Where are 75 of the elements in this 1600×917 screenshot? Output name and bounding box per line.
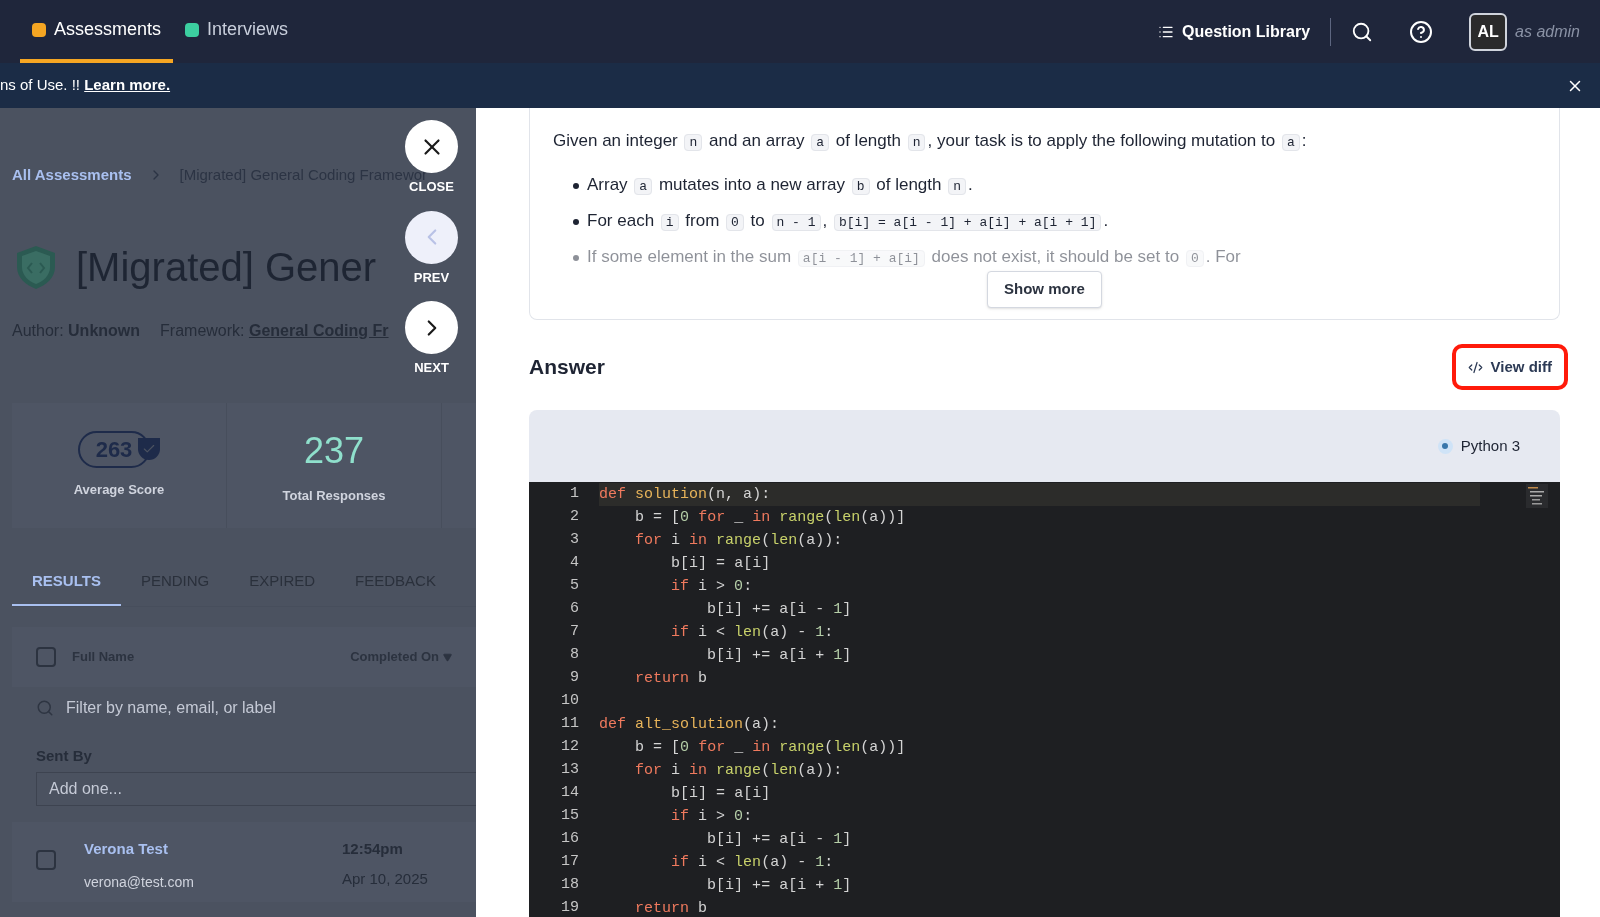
- stat-label: Total Responses: [282, 487, 386, 506]
- code-line: b[i] += a[i + 1]: [706, 646, 853, 666]
- line-number: 11: [560, 714, 579, 735]
- code-line: if i < len(a) - 1:: [670, 623, 835, 643]
- sort-caret-icon: [443, 652, 452, 662]
- line-number: 5: [569, 576, 579, 597]
- bullet-icon: [573, 183, 579, 189]
- code-line: for i in range(len(a)):: [634, 761, 844, 781]
- answer-heading: Answer: [529, 354, 605, 381]
- code-line: if i < len(a) - 1:: [670, 853, 835, 873]
- code-line: b = [0 for _ in range(len(a))]: [634, 508, 907, 528]
- bullet-icon: [573, 255, 579, 261]
- code-line: if i > 0:: [670, 577, 754, 597]
- sent-by-field[interactable]: Add one...: [36, 771, 476, 806]
- code-line: return b: [634, 669, 709, 689]
- breadcrumb-link[interactable]: All Assessments: [12, 164, 132, 187]
- code-line: b[i] = a[i]: [670, 554, 772, 574]
- row-checkbox[interactable]: [36, 849, 56, 870]
- line-number: 9: [569, 668, 579, 689]
- stat-label: Average Score: [73, 480, 165, 499]
- description-bullet: For each i from 0 to n - 1 , b[i] = a[i - 1] + a[i] + a[i + 1] .: [573, 206, 1543, 238]
- control-label: NEXT: [414, 359, 449, 377]
- next-button[interactable]: [405, 301, 458, 354]
- line-number: 13: [560, 760, 579, 781]
- line-number: 2: [569, 507, 579, 528]
- results-tab[interactable]: RESULTS: [12, 569, 121, 606]
- learn-more-link[interactable]: Learn more.: [84, 76, 171, 94]
- code-line: b[i] += a[i - 1]: [706, 830, 853, 850]
- code-line: b[i] += a[i + 1]: [706, 876, 853, 896]
- python-icon: [1437, 438, 1453, 454]
- code-line: return b: [634, 899, 709, 917]
- nav-tab[interactable]: Interviews: [173, 0, 301, 63]
- help-icon[interactable]: [1409, 19, 1434, 44]
- line-number: 15: [560, 806, 579, 827]
- code-line: for i in range(len(a)):: [634, 531, 844, 551]
- line-number: 8: [569, 645, 579, 666]
- candidate-name[interactable]: Verona Test: [84, 837, 314, 860]
- filter-field[interactable]: Filter by name, email, or label: [66, 696, 446, 720]
- language-label: Python 3: [1460, 435, 1520, 456]
- line-number: 10: [560, 691, 579, 712]
- code-line: if i > 0:: [670, 807, 754, 827]
- code-line: def alt_solution(a):: [599, 715, 781, 735]
- search-icon[interactable]: [1351, 20, 1374, 43]
- line-number: 12: [560, 737, 579, 758]
- role-label: as admin: [1515, 21, 1580, 42]
- question-library-link[interactable]: Question Library: [1158, 19, 1311, 44]
- description-bullet: If some element in the sum a[i - 1] + a[i] does not exist, it should be set to 0 . For: [573, 242, 1543, 274]
- line-number: 1: [569, 484, 579, 505]
- control-label: CLOSE: [409, 179, 454, 196]
- description-bullet: Array a mutates into a new array b of length n .: [573, 170, 1543, 202]
- banner-text: ns of Use. !! Learn more.: [0, 75, 171, 96]
- shield-check-icon: [138, 438, 161, 461]
- view-diff-button[interactable]: View diff: [1451, 344, 1568, 390]
- code-line: b[i] += a[i - 1]: [706, 600, 853, 620]
- line-number: 4: [569, 553, 579, 574]
- code-icon: [1467, 359, 1483, 375]
- search-icon: [36, 699, 54, 717]
- line-number: 3: [569, 530, 579, 551]
- code-line: b[i] = a[i]: [670, 784, 772, 804]
- select-all-checkbox[interactable]: [36, 647, 56, 667]
- line-number: 14: [560, 783, 579, 804]
- line-number: 16: [560, 829, 579, 850]
- line-number: 19: [560, 898, 579, 917]
- stat-value: 237: [303, 429, 365, 474]
- candidate-email: verona@test.com: [84, 873, 195, 892]
- line-number: 6: [569, 599, 579, 620]
- code-line: b = [0 for _ in range(len(a))]: [634, 738, 907, 758]
- control-label: PREV: [413, 268, 450, 287]
- line-number: 18: [560, 875, 579, 896]
- line-number: 17: [560, 852, 579, 873]
- user-avatar[interactable]: AL: [1469, 12, 1508, 51]
- line-number: 7: [569, 622, 579, 643]
- bullet-icon: [573, 219, 579, 225]
- description-text: Given an integer n and an array a of length n , your task is to apply the following mutation to a :: [553, 130, 1308, 153]
- show-more-button[interactable]: Show more: [987, 271, 1102, 308]
